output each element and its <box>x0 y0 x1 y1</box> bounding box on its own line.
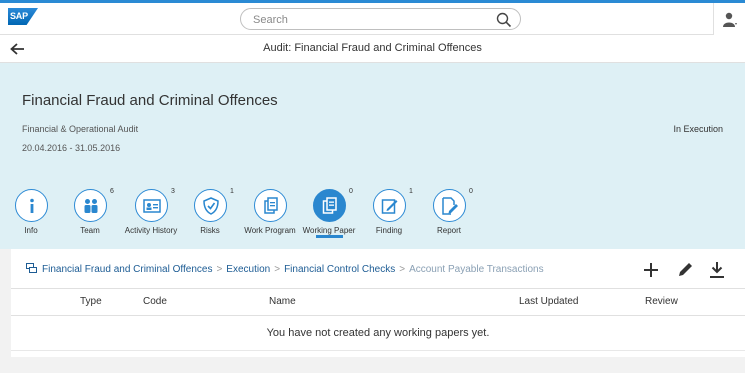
object-title: Financial Fraud and Criminal Offences <box>22 92 278 109</box>
report-icon <box>442 197 458 215</box>
table-header: Type Code Name Last Updated Review <box>11 288 745 316</box>
selected-tab-indicator <box>316 235 343 238</box>
search-input[interactable] <box>253 12 483 27</box>
search-icon[interactable] <box>496 12 512 28</box>
tab-risks-circle[interactable] <box>194 189 227 222</box>
search-field[interactable] <box>240 8 521 30</box>
column-header-code[interactable]: Code <box>143 296 167 307</box>
tab-activity-history-circle[interactable] <box>135 189 168 222</box>
risk-icon <box>203 197 219 215</box>
column-header-last-updated[interactable]: Last Updated <box>519 296 579 307</box>
page-title: Audit: Financial Fraud and Criminal Offe… <box>263 42 482 54</box>
finding-icon <box>381 199 398 214</box>
breadcrumb-separator: > <box>216 264 223 275</box>
working-paper-icon <box>322 197 337 214</box>
breadcrumb-separator: > <box>399 264 406 275</box>
activity-history-icon <box>143 199 161 213</box>
breadcrumb-link-audit[interactable]: Financial Fraud and Criminal Offences <box>42 264 212 275</box>
download-icon[interactable] <box>708 261 726 279</box>
tab-label: Report <box>436 226 461 235</box>
tab-finding-circle[interactable] <box>373 189 406 222</box>
status-text: In Execution <box>673 124 723 134</box>
object-dates: 20.04.2016 - 31.05.2016 <box>22 143 121 153</box>
tab-report[interactable]: 0 Report <box>413 188 485 239</box>
navigation-bar: Audit: Financial Fraud and Criminal Offe… <box>0 35 745 63</box>
hierarchy-icon[interactable] <box>26 263 37 273</box>
working-papers-panel: Financial Fraud and Criminal Offences > Ex… <box>11 249 745 357</box>
info-icon <box>30 198 34 213</box>
tab-working-paper-circle[interactable] <box>313 189 346 222</box>
tab-count: 0 <box>469 188 473 195</box>
empty-table-message: You have not created any working papers … <box>11 316 745 351</box>
sap-logo[interactable]: SAP <box>8 8 38 25</box>
edit-icon[interactable] <box>676 261 694 279</box>
user-menu-button[interactable] <box>713 3 745 35</box>
tab-report-circle[interactable] <box>433 189 466 222</box>
work-program-icon <box>264 197 278 214</box>
shell-bar: SAP <box>0 0 745 35</box>
column-header-type[interactable]: Type <box>80 296 102 307</box>
object-subtitle: Financial & Operational Audit <box>22 124 139 134</box>
tab-count: 6 <box>110 188 114 195</box>
breadcrumb-link-control-checks[interactable]: Financial Control Checks <box>284 264 395 275</box>
team-icon <box>84 199 98 213</box>
tab-work-program-circle[interactable] <box>254 189 287 222</box>
breadcrumb-current: Account Payable Transactions <box>409 264 544 275</box>
column-header-review[interactable]: Review <box>645 296 678 307</box>
breadcrumb-link-execution[interactable]: Execution <box>226 264 270 275</box>
column-header-name[interactable]: Name <box>269 296 296 307</box>
breadcrumb-separator: > <box>274 264 281 275</box>
user-icon <box>723 12 737 27</box>
tab-info-circle[interactable] <box>15 189 48 222</box>
tab-team-circle[interactable] <box>74 189 107 222</box>
add-icon[interactable] <box>642 261 660 279</box>
object-header: Financial Fraud and Criminal Offences Fi… <box>0 63 745 249</box>
breadcrumb: Financial Fraud and Criminal Offences > Ex… <box>26 263 544 277</box>
